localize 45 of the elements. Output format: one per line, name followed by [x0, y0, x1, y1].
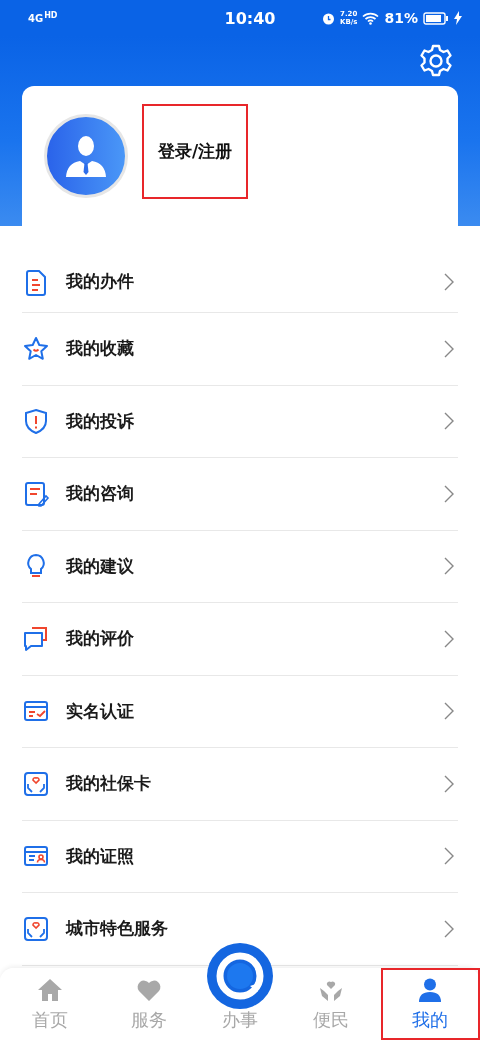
- chevron-right-icon: [444, 339, 454, 358]
- menu-label: 城市特色服务: [66, 917, 169, 941]
- menu-label: 实名认证: [66, 699, 135, 723]
- chat-bubbles-icon: [22, 624, 50, 653]
- chevron-right-icon: [444, 412, 454, 431]
- menu-row[interactable]: 我的咨询: [22, 458, 458, 531]
- network-hd-label: HD: [44, 10, 58, 20]
- menu-label: 我的证照: [66, 844, 135, 868]
- chevron-right-icon: [444, 919, 454, 938]
- chevron-right-icon: [444, 272, 454, 291]
- login-register-link[interactable]: 登录/注册: [142, 103, 249, 199]
- chevron-right-icon: [444, 484, 454, 503]
- menu-label: 我的收藏: [66, 337, 135, 361]
- menu-row[interactable]: 我的办件: [22, 251, 458, 313]
- star-icon: [22, 334, 50, 363]
- menu-row[interactable]: 我的社保卡: [22, 748, 458, 821]
- chevron-right-icon: [444, 702, 454, 721]
- person-silhouette-icon: [63, 133, 109, 179]
- alarm-clock-icon: [322, 11, 335, 25]
- charging-bolt-icon: [454, 11, 462, 25]
- clock-time: 10:40: [223, 8, 277, 28]
- menu-label: 我的建议: [66, 554, 135, 578]
- menu-row[interactable]: 我的证照: [22, 820, 458, 893]
- chevron-right-icon: [444, 629, 454, 648]
- menu-label: 我的办件: [66, 270, 135, 293]
- chevron-right-icon: [444, 847, 454, 866]
- battery-icon: [423, 11, 449, 25]
- shield-icon: [22, 407, 50, 436]
- menu-label: 我的评价: [66, 627, 135, 651]
- chevron-right-icon: [444, 774, 454, 793]
- wifi-icon: [362, 11, 380, 25]
- menu-row[interactable]: 实名认证: [22, 675, 458, 748]
- menu-label: 我的社保卡: [66, 772, 152, 796]
- chevron-right-icon: [444, 557, 454, 576]
- settings-icon[interactable]: [418, 43, 454, 79]
- tab-item[interactable]: 我的: [380, 968, 480, 1040]
- network-type: 4G: [28, 12, 44, 24]
- menu-row[interactable]: 我的建议: [22, 530, 458, 603]
- menu-row[interactable]: 我的投诉: [22, 385, 458, 458]
- menu-label: 我的咨询: [66, 482, 135, 506]
- battery-percent: 81%: [384, 10, 418, 26]
- note-pencil-icon: [22, 479, 50, 508]
- menu-row[interactable]: 我的收藏: [22, 313, 458, 386]
- menu-label: 我的投诉: [66, 409, 135, 433]
- menu-row[interactable]: 我的评价: [22, 603, 458, 676]
